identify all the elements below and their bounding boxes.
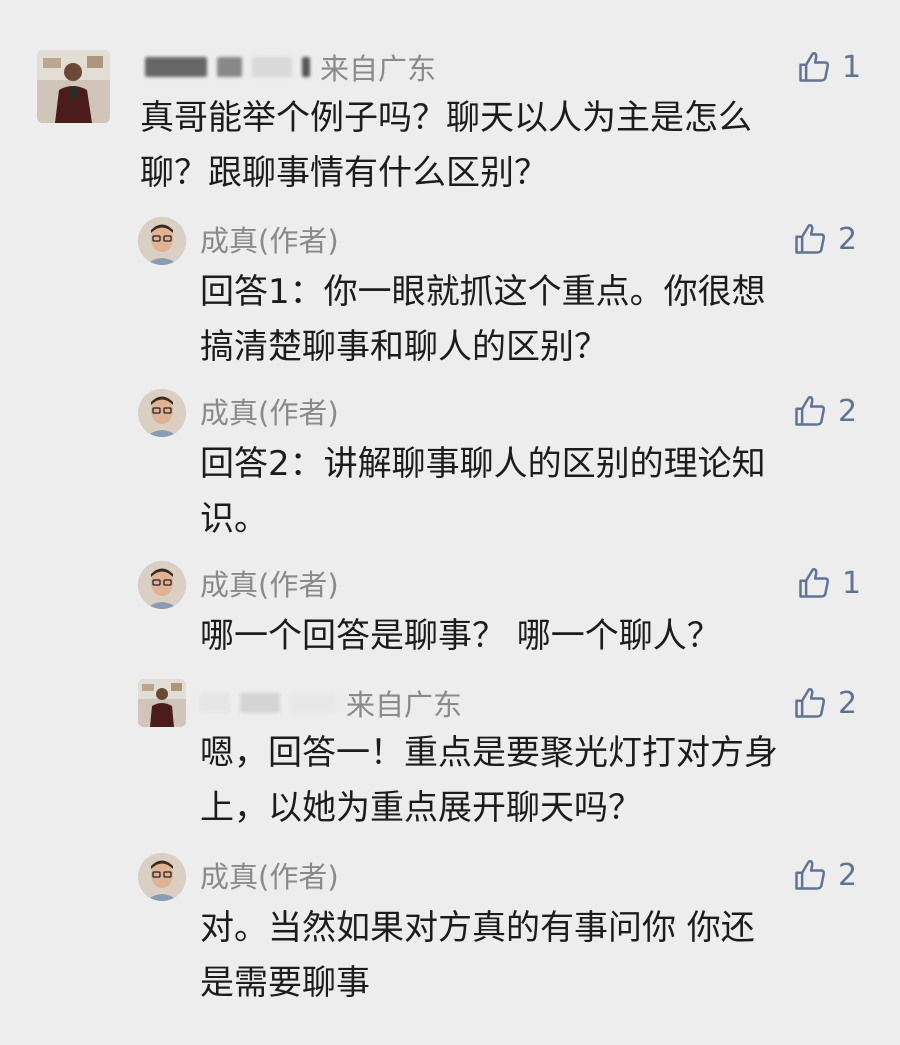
person-photo-icon — [37, 50, 110, 123]
text-line: 聊？跟聊事情有什么区别？ — [140, 153, 548, 193]
blurred-username — [252, 57, 292, 77]
author-avatar[interactable] — [138, 853, 186, 901]
user-avatar[interactable] — [138, 679, 186, 727]
reply-item: 成真(作者) 2 回答2：讲解聊事聊人的区别的理论知 识。 — [0, 382, 900, 542]
blurred-username — [145, 57, 207, 77]
author-photo-icon — [138, 561, 186, 609]
thumbs-up-icon — [795, 860, 826, 890]
author-label: 成真(作者) — [200, 860, 339, 894]
thumbs-up-icon — [795, 688, 826, 718]
like-count: 2 — [838, 857, 858, 893]
author-avatar[interactable] — [138, 217, 186, 265]
like-count: 1 — [842, 565, 862, 601]
text-line: 哪一个回答是聊事？ 哪一个聊人？ — [200, 616, 721, 656]
thumbs-up-icon — [799, 568, 830, 598]
text-line: 回答2：讲解聊事聊人的区别的理论知 — [200, 444, 766, 484]
text-line: 回答1：你一眼就抓这个重点。你很想 — [200, 272, 766, 312]
reply-author: 成真(作者) — [200, 391, 339, 431]
blurred-username — [302, 57, 310, 77]
text-line: 搞清楚聊事和聊人的区别？ — [200, 327, 608, 367]
person-photo-icon — [138, 679, 186, 727]
like-count: 1 — [842, 49, 862, 85]
reply-author: 来自广东 — [200, 683, 462, 723]
like-button[interactable]: 1 — [796, 47, 861, 87]
reply-text: 嗯，回答一！重点是要聚光灯打对方身 上，以她为重点展开聊天吗？ — [200, 726, 778, 836]
user-avatar[interactable] — [37, 50, 110, 123]
like-count: 2 — [838, 685, 858, 721]
author-label: 成真(作者) — [200, 396, 339, 430]
like-button[interactable]: 2 — [792, 219, 857, 259]
like-button[interactable]: 2 — [792, 683, 857, 723]
location-label: 来自广东 — [346, 688, 463, 722]
blurred-username — [240, 693, 280, 713]
reply-item: 来自广东 2 嗯，回答一！重点是要聚光灯打对方身 上，以她为重点展开聊天吗？ — [0, 676, 900, 836]
location-label: 来自广东 — [320, 52, 437, 86]
like-button[interactable]: 2 — [792, 855, 857, 895]
author-avatar[interactable] — [138, 561, 186, 609]
comment-item: 来自广东 1 真哥能举个例子吗？聊天以人为主是怎么 聊？跟聊事情有什么区别？ — [0, 0, 900, 200]
text-line: 识。 — [200, 499, 268, 539]
thumbs-up-icon — [795, 224, 826, 254]
text-line: 是需要聊事 — [200, 963, 370, 1003]
reply-author: 成真(作者) — [200, 563, 339, 603]
blurred-username — [290, 693, 336, 713]
comment-author: 来自广东 — [145, 47, 436, 87]
reply-text: 回答1：你一眼就抓这个重点。你很想 搞清楚聊事和聊人的区别？ — [200, 265, 766, 375]
reply-item: 成真(作者) 1 哪一个回答是聊事？ 哪一个聊人？ — [0, 554, 900, 664]
author-label: 成真(作者) — [200, 568, 339, 602]
like-count: 2 — [838, 221, 858, 257]
text-line: 真哥能举个例子吗？聊天以人为主是怎么 — [140, 98, 752, 138]
reply-text: 回答2：讲解聊事聊人的区别的理论知 识。 — [200, 437, 766, 547]
author-avatar[interactable] — [138, 389, 186, 437]
text-line: 对。当然如果对方真的有事问你 你还 — [200, 908, 755, 948]
reply-author: 成真(作者) — [200, 855, 339, 895]
comment-text: 真哥能举个例子吗？聊天以人为主是怎么 聊？跟聊事情有什么区别？ — [140, 91, 752, 201]
reply-text: 对。当然如果对方真的有事问你 你还 是需要聊事 — [200, 901, 755, 1011]
like-button[interactable]: 2 — [792, 391, 857, 431]
author-photo-icon — [138, 217, 186, 265]
like-button[interactable]: 1 — [796, 563, 861, 603]
reply-author: 成真(作者) — [200, 219, 339, 259]
reply-text: 哪一个回答是聊事？ 哪一个聊人？ — [200, 609, 721, 664]
thumbs-up-icon — [795, 396, 826, 426]
reply-item: 成真(作者) 2 对。当然如果对方真的有事问你 你还 是需要聊事 — [0, 846, 900, 1016]
thumbs-up-icon — [799, 52, 830, 82]
comment-thread: 来自广东 1 真哥能举个例子吗？聊天以人为主是怎么 聊？跟聊事情有什么区别？ 成… — [0, 0, 900, 1045]
blurred-username — [217, 57, 242, 77]
reply-item: 成真(作者) 2 回答1：你一眼就抓这个重点。你很想 搞清楚聊事和聊人的区别？ — [0, 210, 900, 370]
author-label: 成真(作者) — [200, 224, 339, 258]
text-line: 嗯，回答一！重点是要聚光灯打对方身 — [200, 733, 778, 773]
author-photo-icon — [138, 853, 186, 901]
blurred-username — [200, 693, 230, 713]
text-line: 上，以她为重点展开聊天吗？ — [200, 788, 642, 828]
author-photo-icon — [138, 389, 186, 437]
like-count: 2 — [838, 393, 858, 429]
